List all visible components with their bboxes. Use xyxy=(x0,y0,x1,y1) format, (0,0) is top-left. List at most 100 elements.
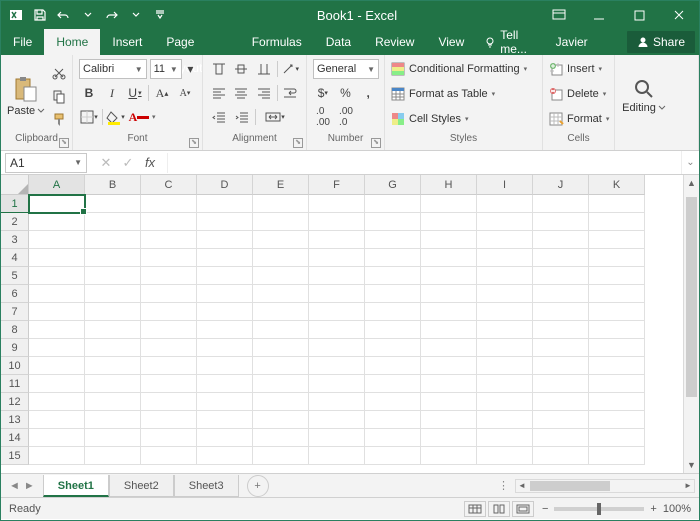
cell[interactable] xyxy=(589,267,645,285)
cell[interactable] xyxy=(477,339,533,357)
cell[interactable] xyxy=(477,213,533,231)
italic-button[interactable]: I xyxy=(102,83,122,103)
cell[interactable] xyxy=(589,375,645,393)
zoom-value[interactable]: 100% xyxy=(663,503,691,515)
cell[interactable] xyxy=(141,285,197,303)
cell[interactable] xyxy=(589,213,645,231)
cell[interactable] xyxy=(589,285,645,303)
sheet-tab-3[interactable]: Sheet3 xyxy=(174,475,239,497)
cell[interactable] xyxy=(85,195,141,213)
cell[interactable] xyxy=(421,339,477,357)
cell[interactable] xyxy=(197,213,253,231)
column-header[interactable]: B xyxy=(85,175,141,195)
cell[interactable] xyxy=(365,393,421,411)
cell[interactable] xyxy=(197,321,253,339)
cell[interactable] xyxy=(533,375,589,393)
cell[interactable] xyxy=(309,357,365,375)
cell[interactable] xyxy=(309,249,365,267)
chevron-down-icon[interactable] xyxy=(129,8,143,22)
cell[interactable] xyxy=(85,213,141,231)
cell[interactable] xyxy=(309,213,365,231)
cell[interactable] xyxy=(365,375,421,393)
cell[interactable] xyxy=(29,267,85,285)
cell[interactable] xyxy=(589,411,645,429)
cell[interactable] xyxy=(85,447,141,465)
sheet-nav-next[interactable]: ► xyxy=(24,480,35,492)
cell[interactable] xyxy=(253,231,309,249)
cell[interactable] xyxy=(533,267,589,285)
cell[interactable] xyxy=(85,357,141,375)
cell[interactable] xyxy=(589,249,645,267)
new-sheet-button[interactable]: + xyxy=(247,475,269,497)
cell[interactable] xyxy=(309,411,365,429)
cell[interactable] xyxy=(477,447,533,465)
align-center-button[interactable] xyxy=(232,83,252,103)
cell[interactable] xyxy=(309,231,365,249)
cell[interactable] xyxy=(421,429,477,447)
close-button[interactable] xyxy=(659,1,699,29)
cell[interactable] xyxy=(421,447,477,465)
cell[interactable] xyxy=(477,231,533,249)
cell[interactable] xyxy=(197,231,253,249)
cell[interactable] xyxy=(197,411,253,429)
cell[interactable] xyxy=(365,213,421,231)
cell[interactable] xyxy=(253,375,309,393)
cell[interactable] xyxy=(253,339,309,357)
align-middle-button[interactable] xyxy=(232,59,252,79)
format-as-table-button[interactable]: Format as Table▾ xyxy=(391,84,536,104)
cell[interactable] xyxy=(197,375,253,393)
cell[interactable] xyxy=(29,447,85,465)
row-header[interactable]: 13 xyxy=(1,411,29,429)
insert-function-button[interactable]: fx xyxy=(139,155,161,170)
scroll-thumb[interactable] xyxy=(530,481,610,491)
cell[interactable] xyxy=(477,375,533,393)
tab-page-layout[interactable]: Page Layout xyxy=(154,29,239,55)
cell[interactable] xyxy=(365,285,421,303)
cell[interactable] xyxy=(141,357,197,375)
hscroll-grip-icon[interactable]: ⋮ xyxy=(498,479,515,492)
orientation-button[interactable]: ▾ xyxy=(280,59,300,79)
maximize-button[interactable] xyxy=(619,1,659,29)
decrease-font-button[interactable]: A▾ xyxy=(175,83,195,103)
cell[interactable] xyxy=(309,267,365,285)
cancel-formula-button[interactable]: ✕ xyxy=(95,155,117,171)
ribbon-display-options-icon[interactable] xyxy=(539,1,579,29)
cell[interactable] xyxy=(29,429,85,447)
row-header[interactable]: 12 xyxy=(1,393,29,411)
font-size-combo[interactable]: 11▼ xyxy=(150,59,182,79)
accounting-format-button[interactable]: $▾ xyxy=(313,83,333,103)
cell[interactable] xyxy=(589,357,645,375)
cell[interactable] xyxy=(197,285,253,303)
cell[interactable] xyxy=(141,195,197,213)
cell[interactable] xyxy=(309,285,365,303)
cell[interactable] xyxy=(85,303,141,321)
cell[interactable] xyxy=(365,429,421,447)
cell[interactable] xyxy=(533,231,589,249)
scroll-left-arrow[interactable]: ◄ xyxy=(516,480,528,492)
cell[interactable] xyxy=(477,321,533,339)
dialog-launcher-icon[interactable]: ⬊ xyxy=(371,138,381,148)
cell[interactable] xyxy=(141,267,197,285)
cell[interactable] xyxy=(253,447,309,465)
cell[interactable] xyxy=(197,393,253,411)
row-header[interactable]: 10 xyxy=(1,357,29,375)
zoom-slider[interactable] xyxy=(554,507,644,511)
tab-home[interactable]: Home xyxy=(44,29,100,55)
row-header[interactable]: 15 xyxy=(1,447,29,465)
cell[interactable] xyxy=(589,447,645,465)
minimize-button[interactable] xyxy=(579,1,619,29)
column-header[interactable]: E xyxy=(253,175,309,195)
row-header[interactable]: 7 xyxy=(1,303,29,321)
cell[interactable] xyxy=(421,285,477,303)
share-button[interactable]: Share xyxy=(627,31,695,53)
sheet-nav-prev[interactable]: ◄ xyxy=(9,480,20,492)
conditional-formatting-button[interactable]: Conditional Formatting▾ xyxy=(391,59,536,79)
row-header[interactable]: 11 xyxy=(1,375,29,393)
zoom-thumb[interactable] xyxy=(597,503,601,515)
decrease-indent-button[interactable] xyxy=(209,107,229,127)
cell[interactable] xyxy=(477,303,533,321)
cell[interactable] xyxy=(421,411,477,429)
cell[interactable] xyxy=(29,339,85,357)
cell[interactable] xyxy=(253,285,309,303)
row-header[interactable]: 3 xyxy=(1,231,29,249)
